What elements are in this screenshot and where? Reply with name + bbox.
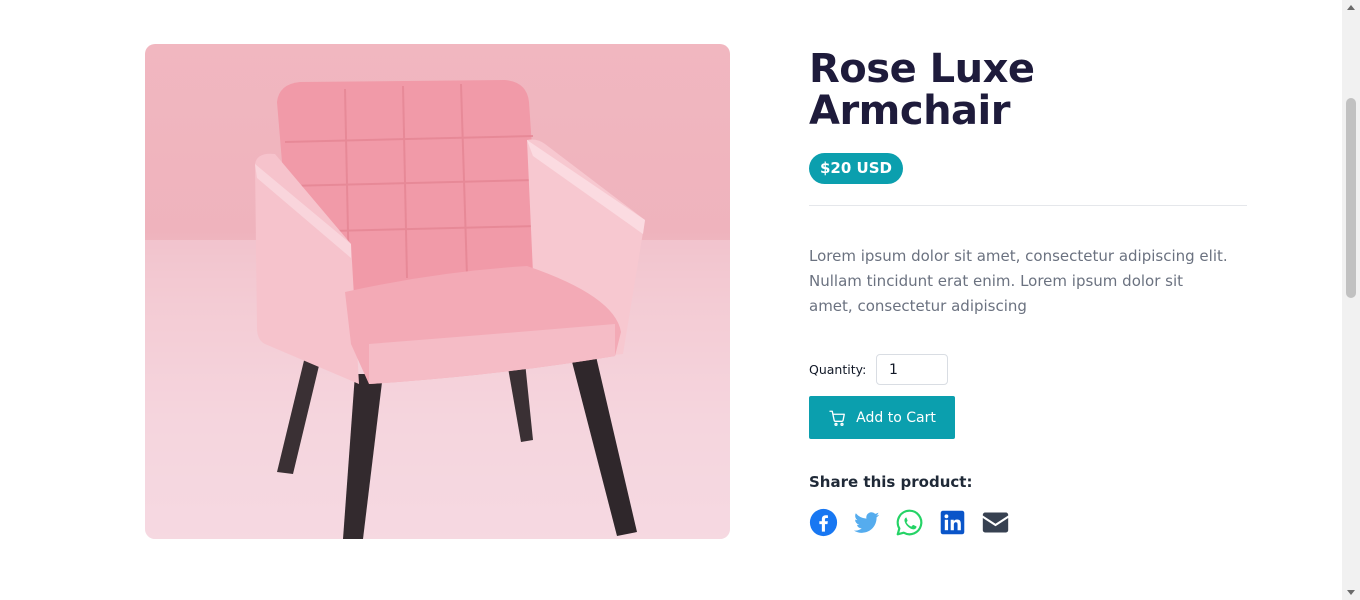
linkedin-icon[interactable] (938, 508, 967, 537)
quantity-input[interactable] (876, 354, 948, 385)
whatsapp-icon[interactable] (895, 508, 924, 537)
twitter-icon[interactable] (852, 508, 881, 537)
armchair-image (145, 80, 730, 539)
scroll-down-arrow-icon[interactable] (1342, 583, 1360, 600)
product-image (145, 44, 730, 539)
add-to-cart-button[interactable]: Add to Cart (809, 396, 955, 439)
price-badge: $20 USD (809, 153, 903, 184)
product-page: Rose Luxe Armchair $20 USD Lorem ipsum d… (0, 0, 1342, 600)
quantity-row: Quantity: (809, 354, 1249, 385)
product-details: Rose Luxe Armchair $20 USD Lorem ipsum d… (809, 44, 1249, 537)
scrollbar-thumb[interactable] (1346, 98, 1356, 298)
divider (809, 205, 1247, 206)
cart-icon (828, 409, 847, 427)
add-to-cart-label: Add to Cart (856, 409, 936, 426)
product-description: Lorem ipsum dolor sit amet, consectetur … (809, 247, 1228, 315)
share-label: Share this product: (809, 473, 973, 491)
facebook-icon[interactable] (809, 508, 838, 537)
scroll-up-arrow-icon[interactable] (1342, 0, 1360, 17)
share-icons (809, 508, 1249, 537)
quantity-label: Quantity: (809, 362, 867, 377)
email-icon[interactable] (981, 508, 1010, 537)
page-scrollbar[interactable] (1342, 0, 1360, 600)
product-title: Rose Luxe Armchair (809, 46, 1035, 134)
